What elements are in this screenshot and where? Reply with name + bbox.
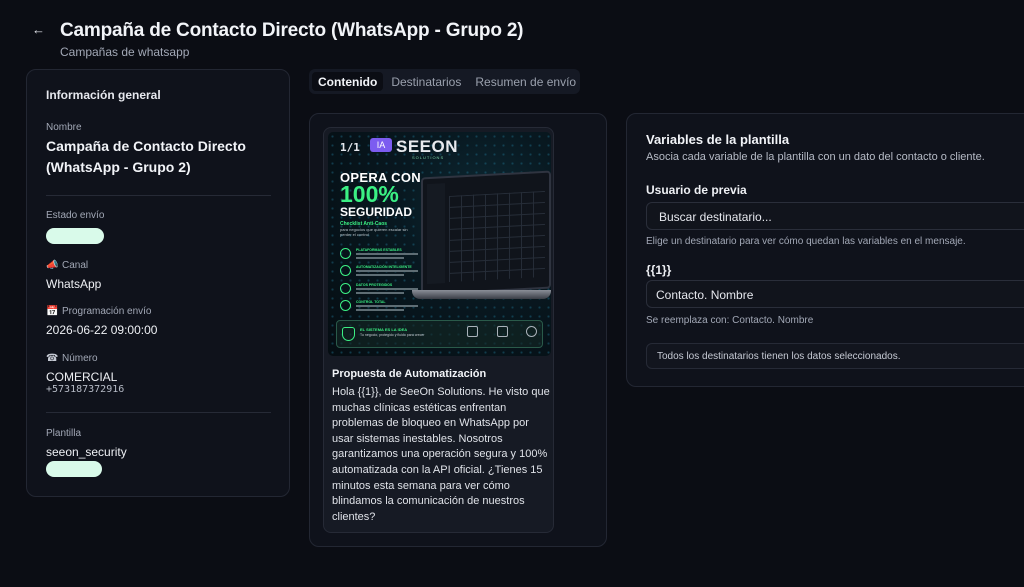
laptop-base xyxy=(412,290,551,299)
channel-label-row: 📣 Canal xyxy=(46,260,88,271)
image-footer-banner: EL SISTEMA ES LA IDEA Tu negocio, proteg… xyxy=(336,320,543,348)
message-image: 1/1 IA SEEON SOLUTIONS OPERA CON 100% SE… xyxy=(328,132,551,356)
back-arrow-icon[interactable]: ← xyxy=(32,22,46,40)
variable-label: {{1}} xyxy=(646,263,672,277)
variables-subtitle: Asocia cada variable de la plantilla con… xyxy=(646,151,985,163)
phone-icon: ☎ xyxy=(46,353,59,364)
status-label: Estado envío xyxy=(46,210,105,221)
variable-select[interactable]: Contacto. Nombre xyxy=(646,280,1024,308)
image-checklist-sub: para negocios que quieren escalar sin pe… xyxy=(340,227,408,237)
calendar-icon: 📅 xyxy=(46,306,59,317)
feature-icon xyxy=(340,300,351,311)
number-name: COMERCIAL xyxy=(46,370,118,384)
image-feature: DATOS PROTEGIDOS xyxy=(340,283,420,297)
image-brand: SEEON xyxy=(396,137,459,156)
megaphone-icon: 📣 xyxy=(46,260,59,271)
feature-icon xyxy=(340,265,351,276)
phone-number: +573187372916 xyxy=(46,384,125,395)
laptop-calendar xyxy=(449,190,545,282)
number-label: Número xyxy=(62,353,98,364)
template-variables-card: Variables de la plantilla Asocia cada va… xyxy=(626,113,1024,387)
image-feature: PLATAFORMAS ESTABLES xyxy=(340,248,420,262)
tab-destinatarios[interactable]: Destinatarios xyxy=(385,72,467,91)
server-icon xyxy=(467,326,478,337)
name-label: Nombre xyxy=(46,122,82,133)
tab-resumen-envio[interactable]: Resumen de envío xyxy=(469,72,582,91)
shield-icon xyxy=(342,327,355,341)
divider xyxy=(46,195,271,196)
page-title: Campaña de Contacto Directo (WhatsApp - … xyxy=(60,20,524,41)
recipient-search-hint: Elige un destinatario para ver cómo qued… xyxy=(646,236,966,247)
image-logo-mark: 1/1 xyxy=(340,141,360,154)
campaign-name: Campaña de Contacto Directo (WhatsApp - … xyxy=(46,138,246,175)
image-headline-2: SEGURIDAD xyxy=(340,205,413,219)
template-badge xyxy=(46,461,102,477)
laptop-sidebar xyxy=(427,183,445,285)
channel-label: Canal xyxy=(62,260,89,271)
support-icon xyxy=(526,326,537,337)
tab-bar: Contenido Destinatarios Resumen de envío xyxy=(309,69,580,94)
recipients-note: Todos los destinatarios tienen los datos… xyxy=(646,343,1024,369)
message-body: Hola {{1}}, de SeeOn Solutions. He visto… xyxy=(332,386,550,523)
variable-hint: Se reemplaza con: Contacto. Nombre xyxy=(646,315,814,326)
page-subtitle: Campañas de whatsapp xyxy=(60,45,190,59)
feature-title: CONTROL TOTAL xyxy=(356,300,386,304)
schedule-label: Programación envío xyxy=(62,306,152,317)
number-label-row: ☎ Número xyxy=(46,353,98,364)
footer-title: EL SISTEMA ES LA IDEA xyxy=(360,327,408,332)
lock-icon xyxy=(497,326,508,337)
image-feature: AUTOMATIZACIÓN INTELIGENTE xyxy=(340,265,420,279)
feature-icon xyxy=(340,248,351,259)
feature-title: PLATAFORMAS ESTABLES xyxy=(356,248,402,252)
preview-user-label: Usuario de previa xyxy=(646,183,747,197)
laptop-illustration xyxy=(421,170,551,296)
whatsapp-message-bubble: 1/1 IA SEEON SOLUTIONS OPERA CON 100% SE… xyxy=(323,127,554,533)
message-preview-card: 1/1 IA SEEON SOLUTIONS OPERA CON 100% SE… xyxy=(309,113,607,547)
status-badge xyxy=(46,228,104,244)
variables-title: Variables de la plantilla xyxy=(646,132,790,147)
feature-icon xyxy=(340,283,351,294)
channel-value: WhatsApp xyxy=(46,277,102,291)
divider xyxy=(46,412,271,413)
general-info-card: Información general Nombre Campaña de Co… xyxy=(26,69,290,497)
image-feature: CONTROL TOTAL xyxy=(340,300,420,314)
template-label: Plantilla xyxy=(46,428,82,439)
image-brand-sub: SOLUTIONS xyxy=(412,155,445,160)
template-value: seeon_security xyxy=(46,445,127,459)
schedule-label-row: 📅 Programación envío xyxy=(46,306,152,317)
footer-sub: Tu negocio, protegido y fluido para crec… xyxy=(360,333,425,337)
general-info-title: Información general xyxy=(46,88,161,102)
feature-title: AUTOMATIZACIÓN INTELIGENTE xyxy=(356,265,412,269)
schedule-value: 2026-06-22 09:00:00 xyxy=(46,323,158,337)
recipient-search-input[interactable]: Buscar destinatario... xyxy=(646,202,1024,230)
tab-contenido[interactable]: Contenido xyxy=(312,72,384,91)
feature-title: DATOS PROTEGIDOS xyxy=(356,283,393,287)
image-headline-percent: 100% xyxy=(340,181,399,207)
message-title: Propuesta de Automatización xyxy=(332,368,487,380)
ia-badge: IA xyxy=(370,138,392,152)
